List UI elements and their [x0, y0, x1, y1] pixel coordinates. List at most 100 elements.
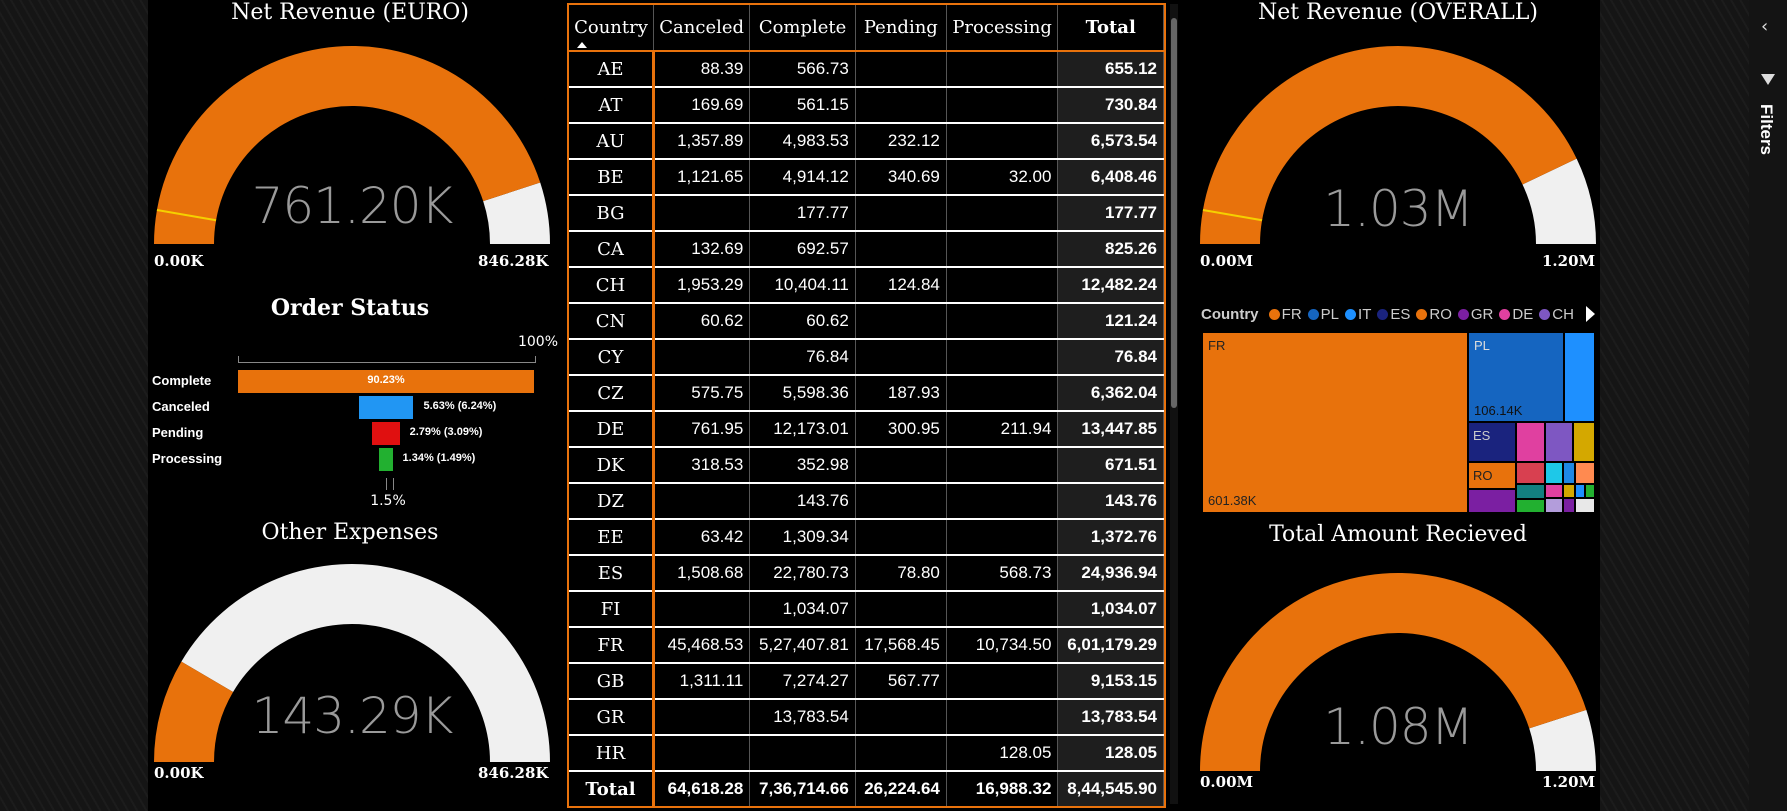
order-status-bar-processing[interactable]: [379, 448, 393, 471]
table-row[interactable]: ES 1,508.68 22,780.73 78.80 568.73 24,936.94: [569, 555, 1164, 592]
country-treemap[interactable]: FR 601.38K PL 106.14K ES RO: [1202, 332, 1595, 513]
legend-dot-icon: [1539, 309, 1551, 320]
legend-item-ch[interactable]: CH: [1533, 306, 1574, 323]
treemap-tile-other12[interactable]: [1575, 484, 1585, 498]
treemap-tile-es[interactable]: ES: [1468, 422, 1516, 462]
table-row[interactable]: CZ 575.75 5,598.36 187.93 6,362.04: [569, 375, 1164, 412]
table-cell-canceled: 88.39: [653, 51, 751, 88]
sort-ascending-icon[interactable]: [577, 42, 587, 48]
table-cell-complete: 143.76: [749, 483, 856, 520]
treemap-tile-other5[interactable]: [1575, 462, 1595, 484]
other-expenses-title: Other Expenses: [261, 520, 439, 545]
treemap-tile-pl[interactable]: PL 106.14K: [1468, 332, 1564, 422]
table-row[interactable]: CY 76.84 76.84: [569, 339, 1164, 376]
table-header-pending[interactable]: Pending: [855, 5, 947, 52]
treemap-tile-ch[interactable]: [1545, 422, 1573, 462]
table-scrollbar[interactable]: [1170, 4, 1178, 804]
total-amount-received-value: 1.08M: [1323, 698, 1473, 756]
table-cell-canceled: 318.53: [653, 447, 751, 484]
treemap-value-fr: 601.38K: [1208, 493, 1257, 508]
table-cell-canceled: [653, 483, 751, 520]
table-header-canceled[interactable]: Canceled: [653, 5, 751, 52]
table-row[interactable]: GR 13,783.54 13,783.54: [569, 699, 1164, 736]
legend-item-fr[interactable]: FR: [1263, 306, 1302, 323]
table-cell-pending: 300.95: [855, 411, 947, 448]
treemap-tile-other7[interactable]: [1516, 499, 1545, 513]
table-cell-canceled: 1,953.29: [653, 267, 751, 304]
treemap-tile-other3[interactable]: [1545, 462, 1563, 484]
table-cell-country: FI: [569, 591, 656, 628]
country-status-table[interactable]: Country Canceled Complete Pending Processing…: [567, 3, 1166, 808]
collapse-chevron-icon[interactable]: ‹: [1761, 16, 1768, 37]
table-row[interactable]: GB 1,311.11 7,274.27 567.77 9,153.15: [569, 663, 1164, 700]
table-cell-country: HR: [569, 735, 656, 772]
legend-dot-icon: [1499, 309, 1511, 320]
table-cell-country: BG: [569, 195, 656, 232]
table-row[interactable]: AU 1,357.89 4,983.53 232.12 6,573.54: [569, 123, 1164, 160]
table-row[interactable]: EE 63.42 1,309.34 1,372.76: [569, 519, 1164, 556]
treemap-tile-other8[interactable]: [1545, 484, 1563, 498]
table-row[interactable]: BG 177.77 177.77: [569, 195, 1164, 232]
treemap-tile-ro[interactable]: RO: [1468, 462, 1516, 489]
table-cell-canceled: 132.69: [653, 231, 751, 268]
table-row[interactable]: AT 169.69 561.15 730.84: [569, 87, 1164, 124]
table-cell-country: DZ: [569, 483, 656, 520]
table-row[interactable]: DZ 143.76 143.76: [569, 483, 1164, 520]
order-status-value-canceled: 5.63% (6.24%): [423, 400, 497, 412]
treemap-tile-other13[interactable]: [1585, 484, 1595, 498]
treemap-tile-other4[interactable]: [1563, 462, 1575, 484]
treemap-tile-other11[interactable]: [1563, 498, 1575, 513]
treemap-tile-gr[interactable]: [1468, 489, 1516, 513]
order-status-label-canceled: Canceled: [152, 399, 210, 414]
treemap-tile-other9[interactable]: [1545, 498, 1563, 513]
table-row[interactable]: CH 1,953.29 10,404.11 124.84 12,482.24: [569, 267, 1164, 304]
order-status-bar-canceled[interactable]: [358, 396, 414, 419]
filters-label[interactable]: Filters: [1756, 104, 1776, 155]
net-revenue-overall-value: 1.03M: [1323, 180, 1473, 238]
legend-item-gr[interactable]: GR: [1452, 306, 1493, 323]
treemap-tile-other1[interactable]: [1573, 422, 1595, 462]
treemap-tile-fr[interactable]: FR 601.38K: [1202, 332, 1468, 513]
legend-next-icon[interactable]: [1586, 306, 1595, 322]
legend-item-ro[interactable]: RO: [1410, 306, 1452, 323]
table-cell-canceled: 761.95: [653, 411, 751, 448]
order-status-bar-pending[interactable]: [372, 422, 400, 445]
legend-item-it[interactable]: IT: [1339, 306, 1371, 323]
table-cell-pending: 124.84: [855, 267, 947, 304]
treemap-tile-other2[interactable]: [1516, 462, 1545, 484]
table-row[interactable]: DK 318.53 352.98 671.51: [569, 447, 1164, 484]
table-cell-complete: 60.62: [749, 303, 856, 340]
table-row[interactable]: HR 128.05 128.05: [569, 735, 1164, 772]
table-row[interactable]: Total 64,618.28 7,36,714.66 26,224.64 16,988…: [569, 771, 1164, 806]
treemap-tile-other6[interactable]: [1516, 484, 1545, 499]
table-cell-canceled: 1,311.11: [653, 663, 751, 700]
table-row[interactable]: AE 88.39 566.73 655.12: [569, 51, 1164, 88]
table-header-complete[interactable]: Complete: [749, 5, 856, 52]
legend-dot-icon: [1268, 309, 1280, 320]
table-header-country[interactable]: Country: [569, 5, 655, 52]
legend-item-es[interactable]: ES: [1371, 306, 1410, 323]
table-header-processing[interactable]: Processing: [946, 5, 1059, 52]
table-cell-processing: 211.94: [946, 411, 1059, 448]
table-cell-total: 825.26: [1057, 231, 1164, 268]
treemap-tile-other14[interactable]: [1575, 498, 1595, 513]
table-cell-pending: [855, 735, 947, 772]
legend-item-pl[interactable]: PL: [1302, 306, 1339, 323]
table-row[interactable]: FI 1,034.07 1,034.07: [569, 591, 1164, 628]
treemap-legend-title: Country: [1201, 306, 1259, 323]
treemap-tile-other10[interactable]: [1563, 484, 1575, 498]
table-cell-canceled: 60.62: [653, 303, 751, 340]
treemap-tile-it[interactable]: [1564, 332, 1595, 422]
table-row[interactable]: DE 761.95 12,173.01 300.95 211.94 13,447.85: [569, 411, 1164, 448]
table-row[interactable]: BE 1,121.65 4,914.12 340.69 32.00 6,408.46: [569, 159, 1164, 196]
table-row[interactable]: FR 45,468.53 5,27,407.81 17,568.45 10,734.50…: [569, 627, 1164, 664]
table-row[interactable]: CA 132.69 692.57 825.26: [569, 231, 1164, 268]
table-cell-pending: [855, 519, 947, 556]
legend-item-de[interactable]: DE: [1493, 306, 1533, 323]
table-header-total[interactable]: Total: [1057, 5, 1164, 52]
table-scroll-thumb[interactable]: [1171, 18, 1177, 408]
other-expenses-value: 143.29K: [251, 687, 454, 745]
net-revenue-euro-max: 846.28K: [478, 252, 549, 270]
treemap-tile-de[interactable]: [1516, 422, 1545, 462]
table-row[interactable]: CN 60.62 60.62 121.24: [569, 303, 1164, 340]
